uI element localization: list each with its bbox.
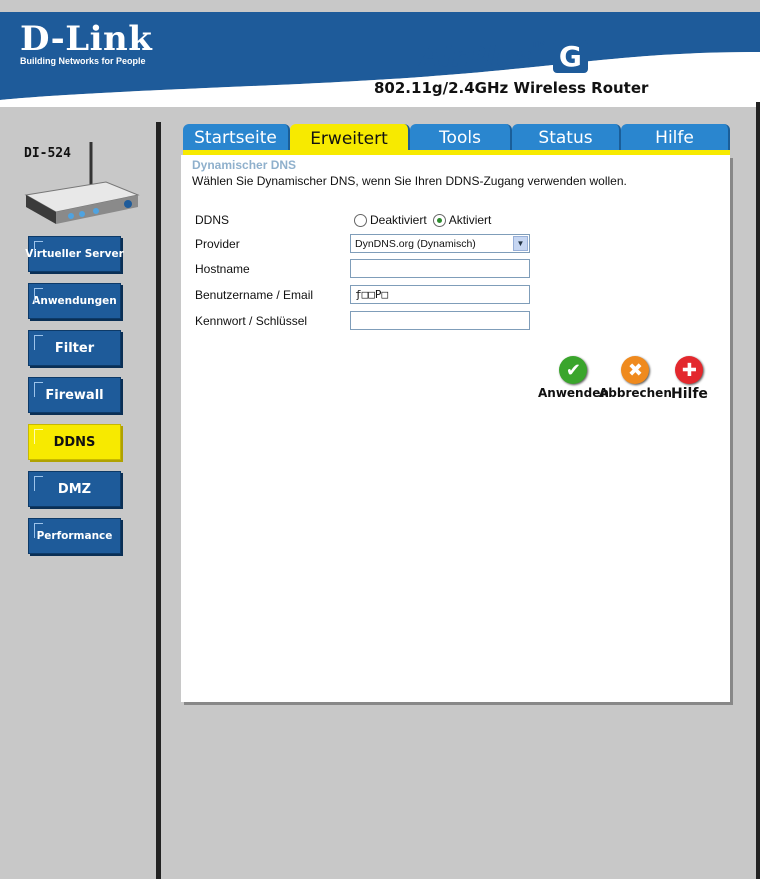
router-title: 802.11g/2.4GHz Wireless Router [374,79,649,97]
username-label: Benutzername / Email [195,288,314,302]
router-image: DI-524 [16,140,142,230]
help-label: Hilfe [671,386,708,402]
brand-name: D-Link [20,19,153,59]
ddns-disabled-label: Deaktiviert [370,213,427,227]
sidebar-item-dmz[interactable]: DMZ [28,471,121,507]
content-panel: Dynamischer DNS Wählen Sie Dynamischer D… [181,155,730,702]
product-line: AirPlus [420,40,532,73]
hostname-input[interactable] [350,259,530,278]
chevron-down-icon[interactable]: ▼ [513,236,528,251]
sidebar-item-firewall[interactable]: Firewall [28,377,121,413]
cancel-label: Abbrechen [599,386,672,400]
ddns-enabled-label: Aktiviert [448,213,492,227]
section-description: Wählen Sie Dynamischer DNS, wenn Sie Ihr… [192,174,627,188]
provider-label: Provider [195,237,240,251]
device-model: DI-524 [24,146,71,161]
plus-icon: ✚ [675,356,704,384]
ddns-radio-group: Deaktiviert Aktiviert [354,213,491,227]
sidebar-item-filter[interactable]: Filter [28,330,121,366]
section-title: Dynamischer DNS [192,158,297,172]
cancel-button[interactable]: ✖ Abbrechen [599,356,672,400]
tab-startseite[interactable]: Startseite [183,124,290,152]
dlink-logo: D-Link Building Networks for People [20,22,152,66]
checkmark-icon: ✔ [559,356,588,384]
help-button[interactable]: ✚ Hilfe [671,356,708,402]
brand-tagline: Building Networks for People [20,56,146,66]
username-input[interactable]: ƒ□□P□ [350,285,530,304]
hostname-label: Hostname [195,262,250,276]
main-tabs: Startseite Erweitert Tools Status Hilfe [183,124,730,154]
airplus-g-logo: AirPlusTM G [420,40,588,73]
cancel-x-icon: ✖ [621,356,650,384]
trademark: TM [531,40,547,50]
ddns-disabled-radio[interactable] [354,213,367,227]
password-input[interactable] [350,311,530,330]
sidebar-item-anwendungen[interactable]: Anwendungen [28,283,121,319]
ddns-label: DDNS [195,213,230,227]
sidebar-item-virtueller-server[interactable]: Virtueller Server [25,236,124,272]
ddns-enabled-radio[interactable] [432,213,446,227]
password-label: Kennwort / Schlüssel [195,314,308,328]
tab-hilfe[interactable]: Hilfe [621,124,730,152]
tab-tools[interactable]: Tools [410,124,512,152]
right-border [756,102,760,879]
provider-select[interactable]: DynDNS.org (Dynamisch) ▼ [350,234,530,253]
sidebar-item-performance[interactable]: Performance [28,518,121,554]
sidebar-item-ddns[interactable]: DDNS [28,424,121,460]
provider-value: DynDNS.org (Dynamisch) [355,237,476,250]
sidebar-divider [156,122,161,879]
product-suffix: G [552,40,588,73]
tab-status[interactable]: Status [512,124,621,152]
